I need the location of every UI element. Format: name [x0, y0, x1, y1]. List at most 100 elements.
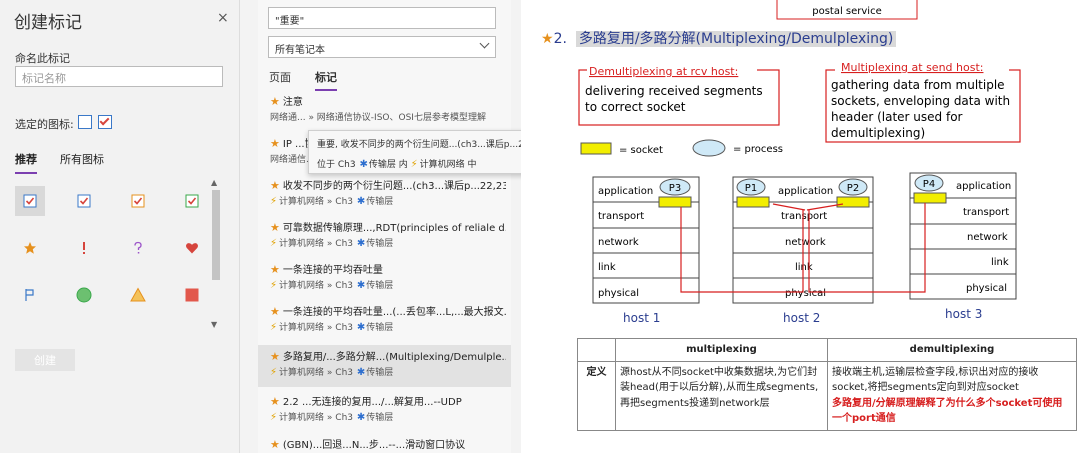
tag-list-item[interactable]: ★ 可靠数据传输原理...,RDT(principles of reliale d… — [258, 216, 511, 258]
square-icon[interactable] — [177, 280, 207, 310]
bolt-icon: ⚡ — [270, 367, 278, 378]
svg-text:link: link — [991, 257, 1009, 268]
top-box-text: postal service — [812, 6, 882, 17]
star-icon: ★ — [541, 31, 554, 47]
host-1-stack: application transport network link physi… — [592, 176, 700, 325]
star-icon[interactable] — [15, 233, 45, 263]
tab-tags[interactable]: 标记 — [315, 69, 337, 91]
svg-text:application: application — [956, 181, 1011, 192]
svg-text:physical: physical — [598, 288, 639, 299]
svg-text:P2: P2 — [847, 183, 859, 194]
bolt-icon: ⚡ — [270, 238, 278, 249]
notebook-select-value: 所有笔记本 — [275, 45, 325, 56]
tab-recommended[interactable]: 推荐 — [15, 151, 37, 174]
selected-icon-label: 选定的图标: — [15, 118, 74, 131]
tag-list-item[interactable]: ★ 多路复用/...多路分解...(Multiplexing/Demulple..… — [258, 345, 511, 387]
note-page: ★2. 多路复用/多路分解(Multiplexing/Demulplexing)… — [521, 0, 1080, 453]
demux-text-2: to correct socket — [585, 100, 686, 114]
star-icon: ★ — [270, 350, 280, 363]
checkbox-green-icon[interactable] — [177, 186, 207, 216]
socket-legend: = socket — [619, 145, 663, 156]
section-icon: ✱ — [359, 159, 368, 170]
mux-text-4: demultiplexing) — [831, 126, 925, 140]
empty-checkbox-icon — [78, 115, 92, 129]
demux-text-1: delivering received segments — [585, 84, 763, 98]
tag-list-item[interactable]: ★ 一条连接的平均吞吐量 ⚡ 计算机网络 » Ch3 ✱传输层 — [258, 258, 511, 300]
scroll-thumb[interactable] — [212, 190, 220, 280]
tab-all-icons[interactable]: 所有图标 — [60, 151, 104, 167]
section-icon: ✱ — [356, 196, 366, 207]
star-icon: ★ — [270, 263, 280, 276]
tag-list-item[interactable]: ★ 一条连接的平均吞吐量...(...丢包率...L,...最大报文... ⚡ 计算… — [258, 300, 511, 342]
bolt-icon: ⚡ — [270, 412, 278, 423]
tag-name-input[interactable]: 标记名称 — [15, 66, 223, 87]
section-icon: ✱ — [356, 322, 366, 333]
checkbox-red-icon[interactable] — [15, 186, 45, 216]
close-icon[interactable]: × — [217, 10, 229, 26]
section-icon: ✱ — [356, 238, 366, 249]
svg-text:network: network — [598, 237, 639, 248]
icon-grid — [12, 182, 212, 322]
heart-icon[interactable] — [177, 233, 207, 263]
host-3-stack: application transport network link physi… — [909, 172, 1017, 321]
checkbox-blue-icon[interactable] — [69, 186, 99, 216]
tag-list-item[interactable]: ★ 注意 网络通... » 网络通信协议-ISO、OSI七层参考模型理解 — [258, 90, 511, 132]
star-icon: ★ — [270, 221, 280, 234]
host-2-label: host 2 — [783, 311, 820, 325]
tag-list-item[interactable]: ★ 2.2 ...无连接的复用.../...解复用...--UDP ⚡ 计算机网络 … — [258, 390, 511, 432]
socket-legend-swatch — [580, 142, 612, 155]
host-3-label: host 3 — [945, 307, 982, 321]
star-icon: ★ — [270, 438, 280, 451]
data-path-lines — [680, 203, 926, 293]
circle-icon[interactable] — [69, 280, 99, 310]
section-icon: ✱ — [356, 367, 366, 378]
bolt-icon: ⚡ — [270, 280, 278, 291]
svg-text:transport: transport — [963, 207, 1009, 218]
tab-pages[interactable]: 页面 — [269, 69, 291, 85]
svg-text:application: application — [598, 186, 653, 197]
svg-text:physical: physical — [966, 283, 1007, 294]
create-button[interactable]: 创建 — [15, 349, 75, 371]
svg-text:network: network — [967, 232, 1008, 243]
scroll-down-icon[interactable]: ▼ — [211, 320, 217, 329]
tag-list-panel: "重要" 所有笔记本 页面 标记 ★ 注意 网络通... » 网络通信协议-ISO… — [258, 0, 511, 453]
notebook-select[interactable]: 所有笔记本 — [268, 36, 496, 58]
bolt-icon: ⚡ — [410, 159, 418, 170]
svg-text:application: application — [778, 186, 833, 197]
svg-text:P4: P4 — [923, 179, 935, 190]
star-icon: ★ — [270, 95, 280, 108]
svg-text:P1: P1 — [745, 183, 757, 194]
checked-checkbox-icon — [98, 115, 112, 129]
bolt-icon: ⚡ — [270, 322, 278, 333]
mux-text-1: gathering data from multiple — [831, 78, 1005, 92]
svg-text:link: link — [598, 262, 616, 273]
exclamation-icon[interactable] — [69, 233, 99, 263]
star-icon: ★ — [270, 305, 280, 318]
svg-text:transport: transport — [598, 211, 644, 222]
name-label: 命名此标记 — [15, 52, 70, 65]
tag-tooltip: 重要, 收发不同步的两个衍生问题...(ch3...课后p...22,23) 位… — [308, 130, 547, 174]
tag-list-item[interactable]: ★ (GBN)...回退...N...步...--...滑动窗口协议 — [258, 433, 511, 453]
svg-text:transport: transport — [781, 211, 827, 222]
bolt-icon: ⚡ — [270, 196, 278, 207]
mux-title: Multiplexing at send host: — [841, 61, 983, 74]
scroll-up-icon[interactable]: ▲ — [211, 178, 217, 187]
flag-icon[interactable] — [15, 280, 45, 310]
section-icon: ✱ — [356, 412, 366, 423]
triangle-icon[interactable] — [123, 280, 153, 310]
icon-scrollbar[interactable]: ▲ ▼ — [209, 178, 222, 332]
chevron-down-icon — [479, 38, 490, 49]
tag-list-item[interactable]: ★ 收发不同步的两个衍生问题...(ch3...课后p...22,23) ⚡ 计算机… — [258, 174, 511, 216]
question-icon[interactable] — [123, 233, 153, 263]
mux-text-2: sockets, enveloping data with — [831, 94, 1010, 108]
svg-text:P3: P3 — [669, 183, 681, 194]
star-icon: ★ — [270, 179, 280, 192]
process-legend-swatch — [692, 139, 726, 157]
process-legend: = process — [733, 144, 783, 155]
svg-text:physical: physical — [785, 288, 826, 299]
star-icon: ★ — [270, 137, 280, 150]
checkbox-orange-icon[interactable] — [123, 186, 153, 216]
create-tag-panel: 创建标记 × 命名此标记 标记名称 选定的图标: 推荐 所有图标 ▲ ▼ 创建 — [0, 0, 240, 453]
mux-text-3: header (later used for — [831, 110, 963, 124]
search-input[interactable]: "重要" — [268, 7, 496, 29]
